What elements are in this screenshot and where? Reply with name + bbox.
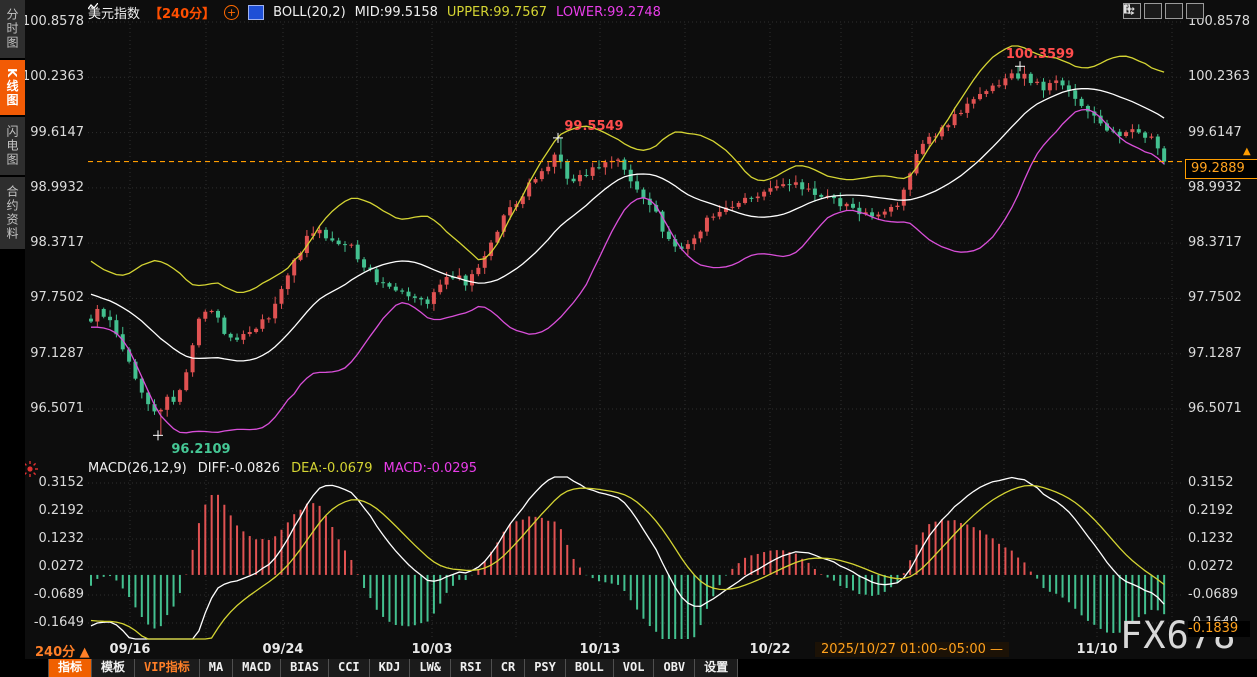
price-tick-left: 100.2363 <box>21 69 84 85</box>
toolbar-button-16[interactable]: 设置 <box>695 659 739 677</box>
toolbar-button-14[interactable]: VOL <box>613 659 655 677</box>
macd-diff: DIFF:-0.0826 <box>197 461 281 476</box>
zoom-y-axis-icon[interactable] <box>1124 3 1183 19</box>
toolbar-button-15[interactable]: OBV <box>654 659 696 677</box>
macd-tick-left: 0.2192 <box>38 502 85 518</box>
sidebar-tab-1[interactable]: 分时图 <box>0 0 25 58</box>
price-marker-label: 96.2109 <box>171 442 231 458</box>
macd-value: MACD:-0.0295 <box>383 461 478 476</box>
toolbar-button-7[interactable]: CCI <box>328 659 370 677</box>
price-tick-right: 99.6147 <box>1188 124 1242 140</box>
indicator-toolbar: 指标 模板 VIP指标 MA MACD BIAS CCI KDJ LW& RSI CR PSY BOLL… <box>0 659 1257 677</box>
zoom-x-axis-icon[interactable] <box>1124 3 1162 19</box>
price-tick-left: 97.7502 <box>30 290 84 306</box>
chart-type-icon[interactable] <box>88 3 265 20</box>
macd-tick-right: 0.0272 <box>1188 558 1234 574</box>
candlestick-chart[interactable] <box>0 0 1257 662</box>
selected-bar-timestamp: 2025/10/27 01:00~05:00 — <box>814 642 1010 657</box>
sidebar-tab-2[interactable]: K线图 <box>0 60 25 116</box>
price-tick-right: 96.5071 <box>1188 401 1242 416</box>
price-tick-right: 97.1287 <box>1188 345 1242 361</box>
macd-tick-left: -0.0689 <box>33 587 84 602</box>
toolbar-button-4[interactable]: MA <box>199 659 234 677</box>
macd-dea: DEA:-0.0679 <box>291 461 373 476</box>
sidebar-tab-3[interactable]: 闪电图 <box>0 117 25 176</box>
x-axis-date-label: 10/22 <box>749 642 791 657</box>
x-axis-date-label: 11/10 <box>1076 642 1118 657</box>
toolbar-button-13[interactable]: BOLL <box>565 659 614 677</box>
boll-lower: LOWER:99.2748 <box>556 5 661 20</box>
boll-upper: UPPER:99.7567 <box>446 5 548 20</box>
price-tick-right: 100.2363 <box>1188 69 1251 85</box>
x-axis: 240分 ▲ 09/16 09/24 10/03 10/13 10/22 2025/10/… <box>0 641 1257 660</box>
toolbar-button-9[interactable]: LW& <box>410 659 452 677</box>
toolbar-button-6[interactable]: BIAS <box>281 659 329 677</box>
toolbar-button-5[interactable]: MACD <box>233 659 282 677</box>
macd-tick-right: 0.1232 <box>1188 530 1234 546</box>
toolbar-button-2[interactable]: 模板 <box>92 659 136 677</box>
price-tick-right: 98.9932 <box>1188 179 1242 195</box>
period-tag[interactable]: 【240分】 <box>149 3 215 22</box>
price-tick-right: 98.3717 <box>1188 235 1242 251</box>
sidebar: 分时图 K线图 闪电图 合约资料 <box>0 0 25 677</box>
price-tick-right: 97.7502 <box>1188 290 1242 306</box>
x-axis-date-label: 10/03 <box>411 642 453 657</box>
macd-tick-right: -0.0689 <box>1188 587 1239 602</box>
x-axis-date-label: 09/16 <box>109 642 151 657</box>
price-tick-left: 97.1287 <box>30 345 84 361</box>
macd-name: MACD(26,12,9) <box>88 461 187 476</box>
toolbar-button-11[interactable]: CR <box>491 659 526 677</box>
circle-plus-icon[interactable]: + <box>224 5 240 20</box>
chart-toolbar-icons <box>1123 3 1204 19</box>
macd-header: MACD(26,12,9) DIFF:-0.0826 DEA:-0.0679 M… <box>88 461 477 476</box>
toolbar-button-12[interactable]: PSY <box>525 659 566 677</box>
macd-tick-right: 0.3152 <box>1188 475 1234 490</box>
price-marker-label: 100.3599 <box>1005 47 1075 63</box>
price-tick-left: 100.8578 <box>21 14 84 29</box>
macd-tick-right: 0.2192 <box>1188 502 1234 518</box>
boll-mid: MID:99.5158 <box>354 5 438 20</box>
macd-tick-left: -0.1649 <box>33 615 84 630</box>
price-tick-left: 98.9932 <box>30 179 84 195</box>
x-axis-date-label: 09/24 <box>262 642 304 657</box>
current-price-box: 99.2889 <box>1185 159 1257 179</box>
price-arrow-icon: ▲ <box>1243 146 1251 157</box>
macd-current-value: -0.1839 <box>1188 621 1250 637</box>
x-axis-date-label: 10/13 <box>579 642 621 657</box>
export-panel-icon[interactable] <box>1124 3 1204 19</box>
toolbar-button-1[interactable]: 指标 <box>48 659 93 677</box>
price-marker-label: 99.5549 <box>564 118 624 134</box>
period-selector[interactable]: 240分 ▲ <box>35 641 90 660</box>
chart-canvas[interactable] <box>0 0 1257 662</box>
chart-header: 美元指数 【240分】 + BOLL(20,2) MID:99.5158 UPP… <box>88 3 661 22</box>
toolbar-button-10[interactable]: RSI <box>451 659 492 677</box>
price-tick-left: 99.6147 <box>30 124 84 140</box>
price-tick-left: 98.3717 <box>30 235 84 251</box>
price-tick-left: 96.5071 <box>30 401 84 416</box>
trading-app: 美元指数 【240分】 + BOLL(20,2) MID:99.5158 UPP… <box>0 0 1257 677</box>
macd-tick-left: 0.1232 <box>38 530 85 546</box>
macd-tick-left: 0.0272 <box>38 558 85 574</box>
sidebar-tab-4[interactable]: 合约资料 <box>0 177 25 250</box>
boll-name: BOLL(20,2) <box>273 5 346 20</box>
toolbar-button-8[interactable]: KDJ <box>369 659 411 677</box>
toolbar-button-3[interactable]: VIP指标 <box>135 659 200 677</box>
